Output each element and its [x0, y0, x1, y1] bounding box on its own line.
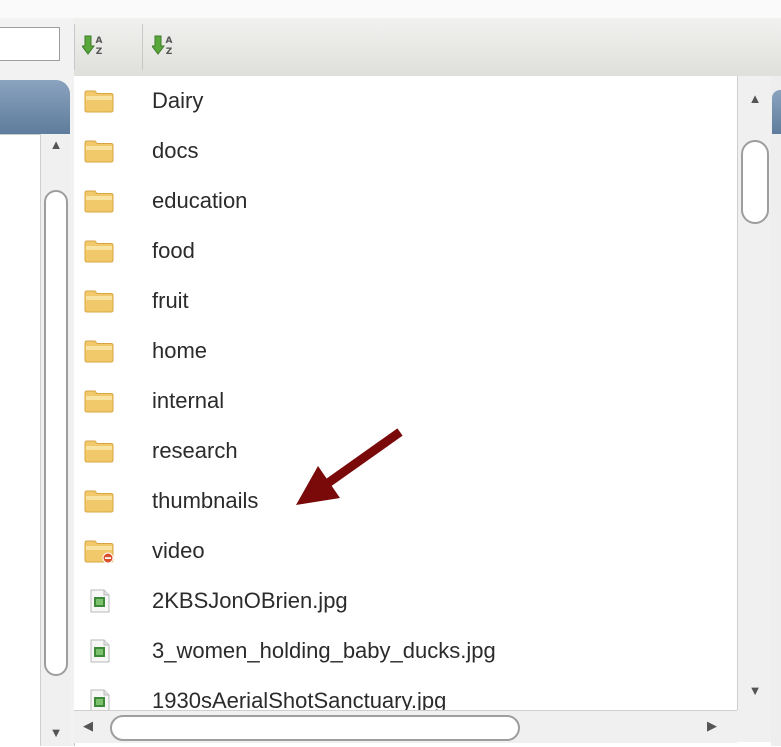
svg-text:Z: Z — [166, 47, 173, 57]
scroll-up-icon[interactable]: ▲ — [740, 88, 770, 110]
folder-restricted-icon — [84, 539, 114, 564]
folder-row[interactable]: Dairy — [74, 76, 737, 126]
left-scroll-up-icon[interactable]: ▲ — [41, 134, 71, 156]
folder-icon — [84, 239, 114, 263]
header-divider — [74, 24, 75, 70]
horizontal-scroll-thumb[interactable] — [110, 715, 520, 741]
sort-name-column-button[interactable]: A Z — [152, 32, 178, 58]
right-pane-edge — [771, 76, 781, 746]
file-row[interactable]: 3_women_holding_baby_ducks.jpg — [74, 626, 737, 676]
folder-row[interactable]: research — [74, 426, 737, 476]
folder-icon — [84, 289, 114, 313]
folder-icon — [84, 439, 114, 463]
left-search-input[interactable] — [0, 27, 60, 61]
vertical-scroll-thumb[interactable] — [741, 140, 769, 224]
window-top-edge — [0, 0, 781, 18]
header-divider — [142, 24, 143, 70]
folder-icon — [84, 89, 114, 113]
svg-text:A: A — [96, 36, 103, 46]
folder-row[interactable]: education — [74, 176, 737, 226]
file-list-header: A Z A Z — [74, 18, 781, 77]
right-pane-tab[interactable] — [772, 90, 781, 134]
item-name: fruit — [152, 288, 189, 313]
item-name: home — [152, 338, 208, 363]
folder-row[interactable]: thumbnails — [74, 476, 737, 526]
scroll-left-icon[interactable]: ◀ — [78, 715, 98, 737]
left-pane: ▲ ▼ — [0, 18, 75, 747]
scroll-right-icon[interactable]: ▶ — [702, 715, 722, 737]
file-list: Dairy docs education food fruit home internal r… — [74, 76, 737, 710]
item-name: 3_women_holding_baby_ducks.jpg — [152, 638, 496, 663]
sort-az-icon: A Z — [82, 35, 103, 57]
folder-row[interactable]: video — [74, 526, 737, 576]
folder-row[interactable]: food — [74, 226, 737, 276]
item-name: education — [152, 188, 248, 213]
item-name: docs — [152, 138, 199, 163]
folder-row[interactable]: internal — [74, 376, 737, 426]
item-name: 1930sAerialShotSanctuary.jpg — [152, 688, 447, 710]
sort-az-icon: A Z — [152, 35, 173, 57]
item-name: Dairy — [152, 88, 204, 113]
vertical-scrollbar[interactable]: ▲ ▼ — [737, 76, 772, 710]
file-row[interactable]: 1930sAerialShotSanctuary.jpg — [74, 676, 737, 710]
left-list-area — [0, 134, 40, 747]
item-name: research — [152, 438, 238, 463]
folder-icon — [84, 139, 114, 163]
left-scroll-thumb[interactable] — [44, 190, 68, 676]
left-selected-tab[interactable] — [0, 80, 70, 134]
file-row[interactable]: 2KBSJonOBrien.jpg — [74, 576, 737, 626]
svg-text:Z: Z — [96, 47, 103, 57]
item-name: food — [152, 238, 195, 263]
folder-icon — [84, 489, 114, 513]
item-name: 2KBSJonOBrien.jpg — [152, 588, 348, 613]
item-name: thumbnails — [152, 488, 259, 513]
image-file-icon — [84, 589, 114, 613]
folder-row[interactable]: fruit — [74, 276, 737, 326]
scroll-down-icon[interactable]: ▼ — [740, 680, 770, 702]
image-file-icon — [84, 689, 114, 710]
item-name: video — [152, 538, 205, 563]
horizontal-scrollbar[interactable]: ◀ ▶ — [74, 710, 737, 743]
folder-icon — [84, 389, 114, 413]
sort-icon-column-button[interactable]: A Z — [82, 32, 108, 58]
left-scroll-down-icon[interactable]: ▼ — [41, 722, 71, 744]
left-vertical-scrollbar[interactable]: ▲ ▼ — [40, 134, 71, 746]
folder-icon — [84, 189, 114, 213]
scrollbar-corner — [737, 710, 771, 742]
folder-row[interactable]: home — [74, 326, 737, 376]
svg-text:A: A — [166, 36, 173, 46]
folder-row[interactable]: docs — [74, 126, 737, 176]
image-file-icon — [84, 639, 114, 663]
item-name: internal — [152, 388, 225, 413]
folder-icon — [84, 339, 114, 363]
